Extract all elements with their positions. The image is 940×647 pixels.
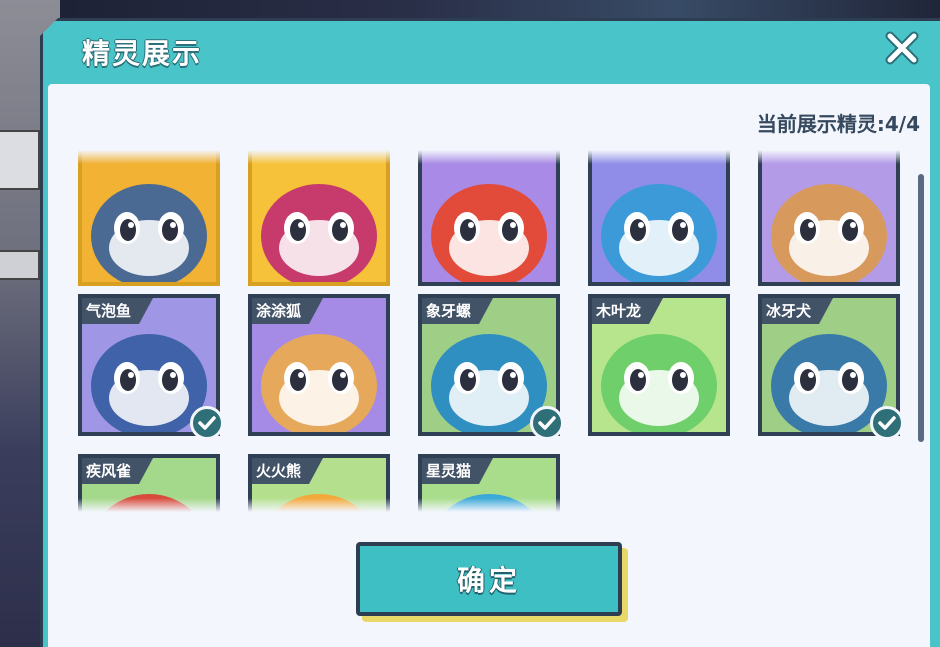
- spirit-card[interactable]: 疾风雀: [78, 454, 220, 512]
- dialog-title: 精灵展示: [82, 37, 203, 70]
- dialog-body: 当前展示精灵:4/4 气泡鱼 涂涂狐 象牙螺 木叶龙 冰牙犬 疾风雀 火火熊 星灵猫 确定: [48, 84, 930, 647]
- close-x-icon: [885, 31, 919, 65]
- spirit-grid[interactable]: 气泡鱼 涂涂狐 象牙螺 木叶龙 冰牙犬 疾风雀 火火熊 星灵猫: [48, 150, 908, 512]
- spirit-portrait: [592, 150, 726, 282]
- spirit-card[interactable]: 火火熊: [248, 454, 390, 512]
- spirit-portrait: [252, 150, 386, 282]
- confirm-button-label: 确定: [456, 564, 521, 597]
- grid-scrollbar[interactable]: [918, 174, 924, 442]
- spirit-card[interactable]: 星灵猫: [418, 454, 560, 512]
- spirit-card[interactable]: 涂涂狐: [248, 294, 390, 436]
- spirit-card[interactable]: [758, 150, 900, 286]
- spirit-card[interactable]: [418, 150, 560, 286]
- confirm-button[interactable]: 确定: [356, 542, 622, 616]
- display-count-label: 当前展示精灵:4/4: [756, 112, 920, 136]
- spirit-card[interactable]: [588, 150, 730, 286]
- background-plate: [0, 130, 40, 190]
- spirit-portrait: [762, 150, 896, 282]
- spirit-card[interactable]: [248, 150, 390, 286]
- spirit-portrait: [422, 150, 556, 282]
- checkmark-icon: [190, 406, 224, 440]
- spirit-portrait: [82, 150, 216, 282]
- spirit-card[interactable]: 木叶龙: [588, 294, 730, 436]
- spirit-card[interactable]: [78, 150, 220, 286]
- scrollbar-thumb[interactable]: [918, 174, 924, 442]
- checkmark-icon: [530, 406, 564, 440]
- dialog-header: 精灵展示: [40, 18, 940, 80]
- checkmark-icon: [870, 406, 904, 440]
- background-plate-small: [0, 250, 40, 280]
- close-button[interactable]: [882, 28, 922, 68]
